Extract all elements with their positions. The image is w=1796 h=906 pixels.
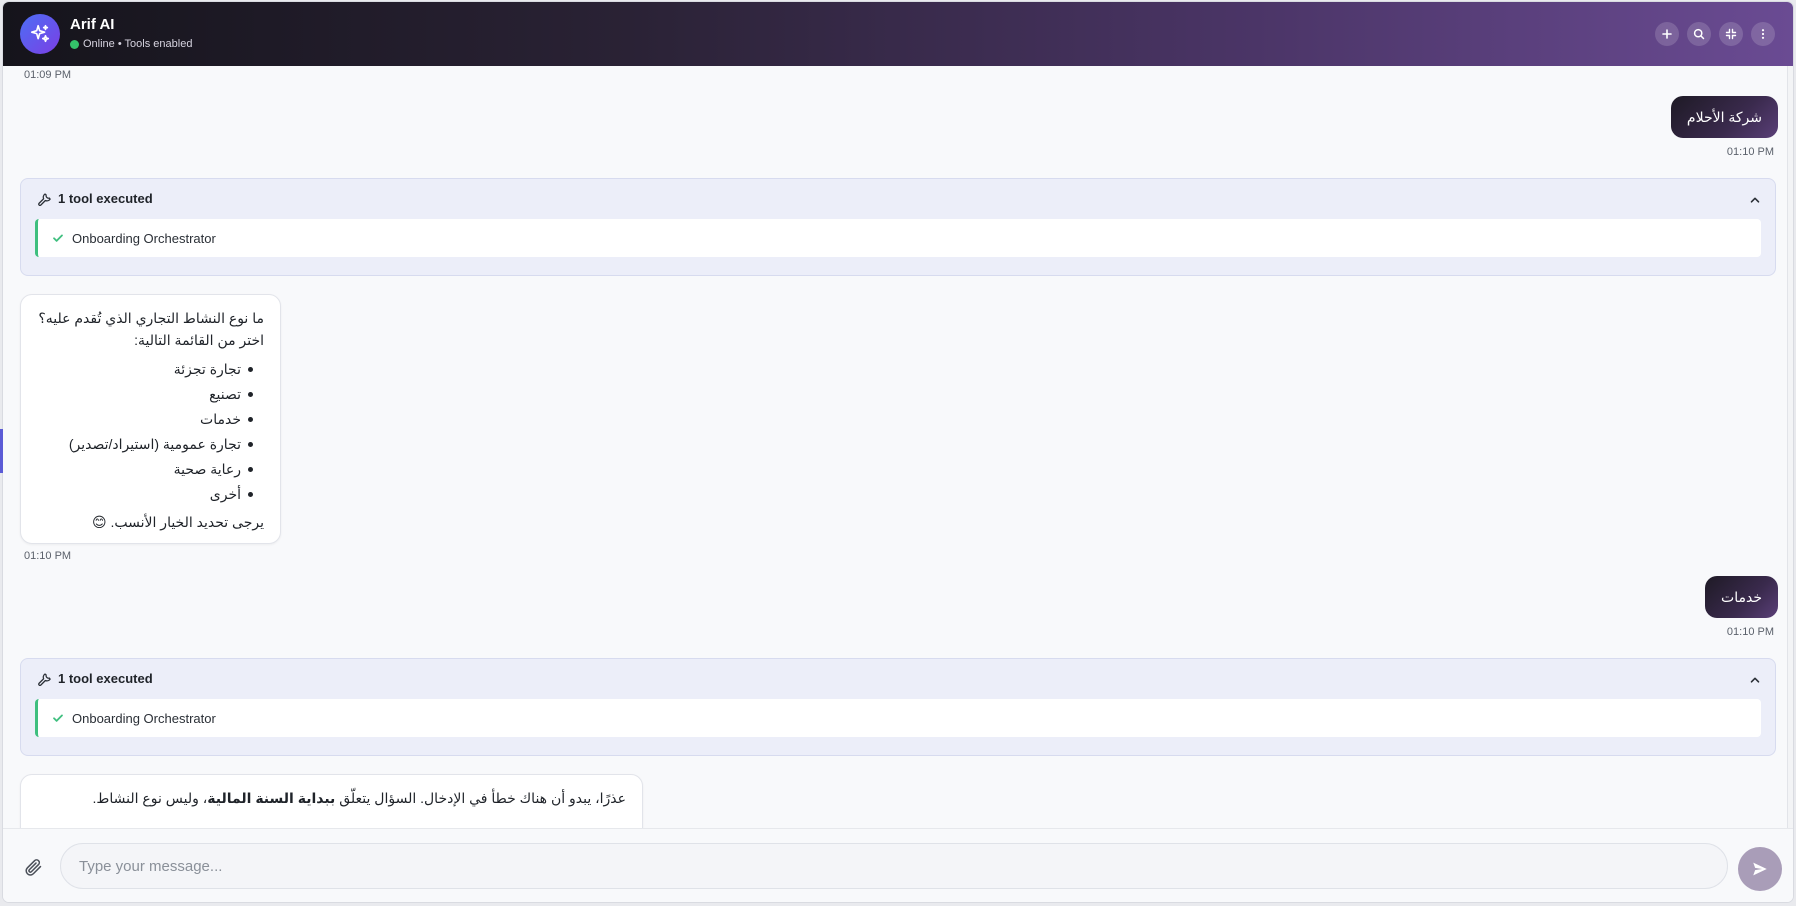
check-icon [53, 234, 63, 242]
search-icon [1693, 28, 1705, 40]
online-indicator [70, 39, 79, 49]
chevron-up-icon [1750, 197, 1760, 203]
paperclip-icon [25, 859, 42, 876]
error-text-part1: عذرًا، يبدو أن هناك خطأ في الإدخال. السؤ… [335, 790, 626, 806]
message-timestamp: 01:10 PM [24, 550, 72, 562]
chevron-up-icon [1750, 677, 1760, 683]
check-icon [53, 714, 63, 722]
message-timestamp: 01:10 PM [1726, 146, 1774, 158]
tool-execution-panel: 1 tool executed Onboarding Orchestrator [20, 178, 1776, 276]
list-item: تصنيع [37, 382, 264, 407]
side-indicator [0, 429, 3, 473]
assistant-name: Arif AI [70, 16, 115, 33]
tool-name: Onboarding Orchestrator [72, 710, 216, 726]
search-button[interactable] [1687, 22, 1711, 46]
list-item: أخرى [37, 482, 264, 507]
tool-execution-summary: 1 tool executed [58, 191, 153, 206]
list-item: تجارة تجزئة [37, 357, 264, 382]
list-item: خدمات [37, 407, 264, 432]
user-message: خدمات [1705, 576, 1778, 618]
chat-window: Arif AI Online • Tools enabled 01:09 PM [3, 2, 1793, 902]
attach-button[interactable] [23, 857, 43, 882]
tool-execution-summary: 1 tool executed [58, 671, 153, 686]
option-list: تجارة تجزئة تصنيع خدمات تجارة عمومية (اس… [37, 357, 264, 507]
more-options-button[interactable] [1751, 22, 1775, 46]
message-composer [3, 828, 1793, 902]
more-vertical-icon [1761, 29, 1765, 39]
new-chat-button[interactable] [1655, 22, 1679, 46]
status-text: Online • Tools enabled [83, 38, 193, 50]
plus-icon [1662, 29, 1672, 39]
user-message-text: خدمات [1721, 588, 1762, 605]
list-item: رعاية صحية [37, 457, 264, 482]
wrench-icon [38, 193, 51, 206]
sparkle-icon [30, 24, 50, 43]
assistant-avatar [20, 14, 60, 54]
scrollbar-track[interactable] [1787, 66, 1793, 828]
assistant-message: ما نوع النشاط التجاري الذي تُقدم عليه؟ ا… [20, 294, 281, 544]
tool-execution-header[interactable]: 1 tool executed [37, 671, 153, 686]
user-message: شركة الأحلام [1670, 96, 1778, 138]
collapse-icon [1725, 28, 1737, 40]
tool-name: Onboarding Orchestrator [72, 230, 216, 246]
send-button[interactable] [1738, 847, 1782, 891]
message-timestamp: 01:10 PM [1726, 626, 1774, 638]
assistant-status: Online • Tools enabled [70, 37, 192, 51]
collapse-tools-button[interactable] [1749, 673, 1761, 691]
error-text-part2: ، وليس نوع النشاط. [92, 790, 208, 806]
send-icon [1753, 862, 1767, 876]
assistant-closing: يرجى تحديد الخيار الأنسب. 😊 [92, 514, 264, 530]
user-message-text: شركة الأحلام [1686, 108, 1762, 125]
error-text-emphasis: ببداية السنة المالية [207, 790, 336, 806]
message-timestamp: 01:09 PM [24, 69, 72, 81]
minimize-button[interactable] [1719, 22, 1743, 46]
assistant-question: ما نوع النشاط التجاري الذي تُقدم عليه؟ [38, 310, 264, 326]
list-item: تجارة عمومية (استيراد/تصدير) [37, 432, 264, 457]
wrench-icon [38, 673, 51, 686]
assistant-message: عذرًا، يبدو أن هناك خطأ في الإدخال. السؤ… [20, 774, 643, 828]
chat-header: Arif AI Online • Tools enabled [3, 2, 1793, 66]
tool-execution-header[interactable]: 1 tool executed [37, 191, 153, 206]
tool-item: Onboarding Orchestrator [35, 699, 1761, 737]
assistant-error-text: عذرًا، يبدو أن هناك خطأ في الإدخال. السؤ… [37, 787, 626, 809]
tool-execution-panel: 1 tool executed Onboarding Orchestrator [20, 658, 1776, 756]
tool-item: Onboarding Orchestrator [35, 219, 1761, 257]
message-input[interactable] [60, 843, 1728, 889]
message-list[interactable]: 01:09 PM شركة الأحلام 01:10 PM 1 tool ex… [3, 66, 1793, 828]
collapse-tools-button[interactable] [1749, 193, 1761, 211]
assistant-instruction: اختر من القائمة التالية: [134, 332, 264, 348]
